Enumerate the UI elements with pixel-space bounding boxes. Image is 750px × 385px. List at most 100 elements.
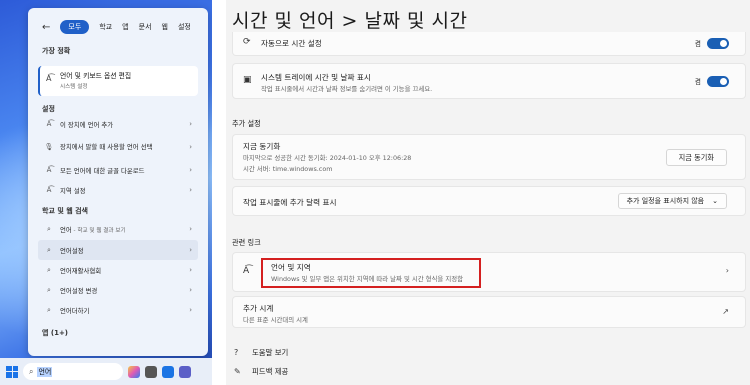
edge-icon[interactable] bbox=[162, 365, 174, 378]
highlight-box bbox=[261, 258, 481, 288]
result-label: 지역 설정 bbox=[60, 186, 86, 195]
web-result-language-settings[interactable]: ⌕ 언어설정 › bbox=[38, 240, 198, 260]
chevron-right-icon: › bbox=[189, 120, 192, 128]
web-result-association[interactable]: ⌕ 언어재활사협회 › bbox=[38, 260, 198, 280]
tray-time-label: 시스템 트레이에 시간 및 날짜 표시 bbox=[261, 73, 371, 82]
search-icon: ⌕ bbox=[29, 366, 34, 376]
settings-section-header: 설정 bbox=[42, 105, 55, 113]
result-label: 언어설정 bbox=[60, 246, 84, 255]
desktop: ← 모두 학교 앱 문서 웹 설정 가장 정확 A͡ 언어 및 키보드 옵션 편… bbox=[0, 0, 212, 385]
settings-result-speech-language[interactable]: 🎙 장치에서 말할 때 사용할 언어 선택 › bbox=[38, 134, 198, 160]
extra-clocks-card[interactable]: 추가 시계 다른 표준 시간대의 시계 ↗ bbox=[232, 296, 746, 328]
extra-clocks-label: 추가 시계 bbox=[243, 304, 274, 313]
search-icon: ⌕ bbox=[47, 305, 51, 314]
result-label: 언어더하기 bbox=[60, 306, 90, 315]
calendar-card: 작업 표시줄에 추가 달력 표시 추가 일정을 표시하지 않음 ⌄ bbox=[232, 186, 746, 216]
chevron-right-icon: › bbox=[189, 143, 192, 151]
language-icon: A͡ bbox=[243, 266, 250, 276]
calendar-label: 작업 표시줄에 추가 달력 표시 bbox=[243, 198, 337, 207]
tab-apps[interactable]: 앱 bbox=[122, 22, 128, 32]
back-arrow-icon[interactable]: ← bbox=[42, 22, 50, 33]
related-links-header: 관련 링크 bbox=[232, 238, 261, 247]
result-label: 언어재활사협회 bbox=[60, 266, 102, 275]
search-flyout: ← 모두 학교 앱 문서 웹 설정 가장 정확 A͡ 언어 및 키보드 옵션 편… bbox=[28, 8, 208, 356]
result-label: 장치에서 말할 때 사용할 언어 선택 bbox=[60, 143, 153, 151]
chevron-right-icon: › bbox=[189, 166, 192, 174]
tab-web[interactable]: 웹 bbox=[162, 22, 168, 32]
language-icon: A͡ bbox=[46, 120, 52, 128]
clock-sync-icon: ⟳ bbox=[243, 37, 251, 47]
chevron-right-icon: › bbox=[189, 266, 192, 274]
tab-all[interactable]: 모두 bbox=[60, 20, 90, 34]
search-filter-tabs: ← 모두 학교 앱 문서 웹 설정 bbox=[42, 18, 191, 36]
result-label: 이 장치에 언어 추가 bbox=[60, 120, 114, 129]
best-match-header: 가장 정확 bbox=[42, 47, 71, 55]
extra-clocks-desc: 다른 표준 시간대의 시계 bbox=[243, 316, 308, 324]
sync-card: 지금 동기화 마지막으로 성공한 시간 동기화: 2024-01-10 오후 1… bbox=[232, 134, 746, 180]
chevron-right-icon: › bbox=[189, 246, 192, 254]
auto-time-state: 켬 bbox=[694, 40, 701, 48]
auto-time-toggle[interactable] bbox=[707, 38, 729, 49]
best-match-subtitle: 시스템 설정 bbox=[60, 84, 88, 90]
copilot-icon[interactable] bbox=[128, 365, 140, 378]
tab-documents[interactable]: 문서 bbox=[139, 22, 152, 32]
search-icon: ⌕ bbox=[47, 245, 51, 254]
help-label: 도움말 보기 bbox=[252, 348, 289, 357]
chevron-right-icon: › bbox=[189, 306, 192, 314]
chevron-right-icon: › bbox=[189, 286, 192, 294]
language-icon: A͡ bbox=[46, 74, 52, 83]
settings-result-download-fonts[interactable]: A͡ 모든 언어에 대한 글꼴 다운로드 › bbox=[38, 160, 198, 180]
web-result-change-language[interactable]: ⌕ 언어설정 변경 › bbox=[38, 280, 198, 300]
tab-school[interactable]: 학교 bbox=[99, 22, 112, 32]
web-query-hint: - 학교 및 웹 결과 보기 bbox=[71, 227, 126, 234]
result-label: 언어설정 변경 bbox=[60, 286, 98, 295]
taskbar: ⌕ 언어 bbox=[0, 358, 212, 385]
search-icon: ⌕ bbox=[47, 285, 51, 294]
apps-section-header: 앱 (1+) bbox=[42, 329, 69, 337]
help-icon: ? bbox=[234, 348, 239, 357]
taskbar-search-box[interactable]: ⌕ 언어 bbox=[23, 363, 123, 380]
teams-icon[interactable] bbox=[179, 365, 191, 378]
language-icon: A͡ bbox=[46, 166, 52, 174]
feedback-icon: ✎ bbox=[234, 367, 241, 376]
feedback-label: 피드백 제공 bbox=[252, 367, 289, 376]
microphone-icon: 🎙 bbox=[44, 143, 54, 151]
chevron-right-icon: › bbox=[189, 225, 192, 233]
result-label: 모든 언어에 대한 글꼴 다운로드 bbox=[60, 166, 145, 175]
external-link-icon: ↗ bbox=[722, 307, 729, 316]
chevron-down-icon: ⌄ bbox=[712, 197, 718, 205]
web-query: 언어 bbox=[60, 225, 72, 234]
web-section-header: 학교 및 웹 검색 bbox=[42, 207, 88, 215]
best-match-result[interactable]: A͡ 언어 및 키보드 옵션 편집 시스템 설정 bbox=[38, 66, 198, 96]
best-match-title: 언어 및 키보드 옵션 편집 bbox=[60, 72, 132, 80]
page-title: 시간 및 언어 > 날짜 및 시간 bbox=[232, 10, 468, 32]
web-result-language-plus[interactable]: ⌕ 언어더하기 › bbox=[38, 300, 198, 320]
search-icon: ⌕ bbox=[47, 265, 51, 274]
sync-now-button[interactable]: 지금 동기화 bbox=[665, 149, 727, 166]
calendar-dropdown-value: 추가 일정을 표시하지 않음 bbox=[626, 197, 705, 205]
auto-time-label: 자동으로 시간 설정 bbox=[261, 39, 322, 48]
sync-label: 지금 동기화 bbox=[243, 142, 281, 151]
settings-result-region[interactable]: A͡ 지역 설정 › bbox=[38, 180, 198, 200]
language-icon: A͡ bbox=[46, 186, 52, 194]
settings-result-add-language[interactable]: A͡ 이 장치에 언어 추가 › bbox=[38, 114, 198, 134]
calendar-dropdown[interactable]: 추가 일정을 표시하지 않음 ⌄ bbox=[617, 193, 727, 209]
tab-settings[interactable]: 설정 bbox=[178, 22, 191, 32]
tray-time-state: 켬 bbox=[694, 78, 701, 86]
auto-time-card: ⟳ 자동으로 시간 설정 켬 bbox=[232, 32, 746, 56]
feedback-link[interactable]: ✎ 피드백 제공 bbox=[234, 366, 288, 377]
settings-window: 시간 및 언어 > 날짜 및 시간 ⟳ 자동으로 시간 설정 켬 ▣ 시스템 트… bbox=[226, 0, 750, 385]
chevron-right-icon: › bbox=[725, 266, 729, 275]
taskbar-search-text: 언어 bbox=[37, 366, 53, 377]
chevron-right-icon: › bbox=[189, 186, 192, 194]
task-view-icon[interactable] bbox=[145, 365, 157, 378]
windows-start-icon[interactable] bbox=[6, 365, 18, 378]
help-link[interactable]: ? 도움말 보기 bbox=[234, 347, 288, 358]
result-label: 언어 - 학교 및 웹 결과 보기 bbox=[60, 225, 126, 234]
search-icon: ⌕ bbox=[47, 224, 51, 233]
tray-time-desc: 작업 표시줄에서 시간과 날짜 정보를 숨기려면 이 기능을 끄세요. bbox=[261, 85, 433, 93]
sync-server: 시간 서버: time.windows.com bbox=[243, 165, 333, 173]
web-result-language[interactable]: ⌕ 언어 - 학교 및 웹 결과 보기 › bbox=[38, 216, 198, 242]
calendar-clock-icon: ▣ bbox=[243, 75, 252, 85]
tray-time-toggle[interactable] bbox=[707, 76, 729, 87]
